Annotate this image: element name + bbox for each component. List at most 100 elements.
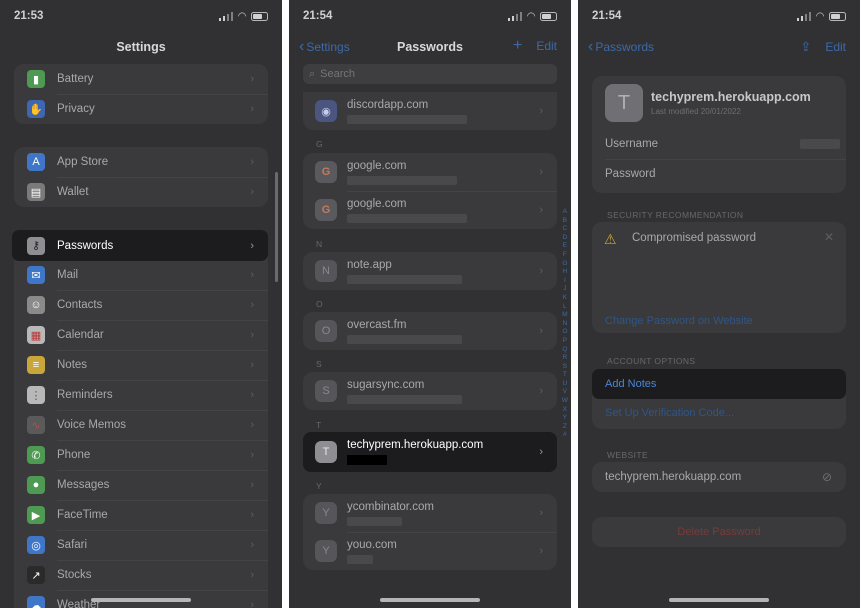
settings-item-voice-memos[interactable]: ∿ Voice Memos › — [14, 410, 268, 440]
settings-item-phone[interactable]: ✆ Phone › — [14, 440, 268, 470]
settings-item-contacts[interactable]: ☺ Contacts › — [14, 290, 268, 320]
settings-item-battery[interactable]: ▮ Battery › — [14, 64, 268, 94]
messages-icon: ● — [27, 476, 45, 494]
alphabet-index-letter[interactable]: O — [562, 328, 568, 337]
alphabet-index-letter[interactable]: B — [562, 217, 568, 226]
app-store-icon: A — [27, 153, 45, 171]
section-header-y: Y — [316, 481, 323, 491]
settings-item-privacy[interactable]: ✋ Privacy › — [14, 94, 268, 124]
alphabet-index-letter[interactable]: D — [562, 234, 568, 243]
alphabet-index[interactable]: A B C D E F G H I J K L M N O P Q R S T U V W X Y Z # — [562, 208, 568, 440]
battery-status-icon — [829, 12, 846, 21]
alphabet-index-letter[interactable]: H — [562, 268, 568, 277]
password-item-techyprem[interactable]: T techyprem.herokuapp.com › — [303, 432, 557, 472]
chevron-right-icon: › — [250, 186, 254, 198]
alphabet-index-letter[interactable]: X — [562, 406, 568, 415]
password-item-youo[interactable]: Y youo.com › — [303, 532, 557, 570]
signal-icon — [507, 12, 523, 21]
settings-item-app-store[interactable]: A App Store › — [14, 147, 268, 177]
settings-item-wallet[interactable]: ▤ Wallet › — [14, 177, 268, 207]
nav-bar: ‹ Settings Passwords + Edit — [289, 36, 571, 58]
section-header-n: N — [316, 239, 323, 249]
password-item-discordapp[interactable]: ◉ discordapp.com › — [303, 92, 557, 130]
chevron-right-icon: › — [250, 299, 254, 311]
password-item-google[interactable]: G google.com › — [303, 191, 557, 229]
alphabet-index-letter[interactable]: Y — [562, 414, 568, 423]
add-notes-button[interactable]: Add Notes — [592, 369, 846, 399]
alphabet-index-letter[interactable]: Z — [562, 423, 568, 432]
password-item-sugarsync[interactable]: S sugarsync.com › — [303, 372, 557, 410]
search-field[interactable]: ⌕ Search — [303, 64, 557, 84]
edit-button[interactable]: Edit — [536, 39, 557, 53]
close-icon[interactable]: ✕ — [824, 230, 834, 244]
share-icon[interactable]: ⇪ — [800, 39, 811, 55]
battery-status-icon — [251, 12, 268, 21]
scrollbar[interactable] — [275, 172, 278, 282]
delete-password-button[interactable]: Delete Password — [592, 517, 846, 547]
alphabet-index-letter[interactable]: L — [562, 303, 568, 312]
settings-item-calendar[interactable]: ▦ Calendar › — [14, 320, 268, 350]
chevron-right-icon: › — [250, 599, 254, 608]
status-bar: 21:54 ◠ — [578, 10, 860, 26]
password-item-overcast[interactable]: O overcast.fm › — [303, 312, 557, 350]
edit-button[interactable]: Edit — [825, 40, 846, 54]
alphabet-index-letter[interactable]: J — [562, 285, 568, 294]
settings-item-reminders[interactable]: ⋮ Reminders › — [14, 380, 268, 410]
alphabet-index-letter[interactable]: P — [562, 337, 568, 346]
chevron-right-icon: › — [250, 329, 254, 341]
settings-item-safari[interactable]: ◎ Safari › — [14, 530, 268, 560]
page-title: Settings — [116, 40, 166, 54]
search-placeholder: Search — [320, 68, 356, 80]
status-time: 21:54 — [303, 10, 333, 22]
alphabet-index-letter[interactable]: Q — [562, 346, 568, 355]
website-row[interactable]: techyprem.herokuapp.com ⊘ — [592, 462, 846, 492]
alphabet-index-letter[interactable]: W — [562, 397, 568, 406]
password-item-note-app[interactable]: N note.app › — [303, 252, 557, 290]
settings-item-stocks[interactable]: ↗ Stocks › — [14, 560, 268, 590]
last-modified: Last modified 20/01/2022 — [651, 107, 741, 116]
alphabet-index-letter[interactable]: F — [562, 251, 568, 260]
site-title: techyprem.herokuapp.com — [651, 90, 811, 104]
alphabet-index-letter[interactable]: K — [562, 294, 568, 303]
alphabet-index-letter[interactable]: U — [562, 380, 568, 389]
alphabet-index-letter[interactable]: C — [562, 225, 568, 234]
home-indicator — [380, 598, 480, 602]
alphabet-index-letter[interactable]: S — [562, 363, 568, 372]
settings-item-messages[interactable]: ● Messages › — [14, 470, 268, 500]
back-button[interactable]: ‹ Passwords — [588, 39, 654, 55]
alphabet-index-letter[interactable]: A — [562, 208, 568, 217]
alphabet-index-letter[interactable]: V — [562, 388, 568, 397]
calendar-icon: ▦ — [27, 326, 45, 344]
section-header-o: O — [316, 299, 324, 309]
setup-verification-link[interactable]: Set Up Verification Code... — [605, 407, 734, 419]
settings-item-facetime[interactable]: ▶ FaceTime › — [14, 500, 268, 530]
alphabet-index-letter[interactable]: M — [562, 311, 568, 320]
username-row[interactable]: Username — [592, 129, 846, 159]
google-icon: G — [315, 199, 337, 221]
masked-username — [347, 274, 462, 284]
alphabet-index-letter[interactable]: R — [562, 354, 568, 363]
compass-icon: ⊘ — [821, 470, 832, 484]
password-item-google[interactable]: G google.com › — [303, 153, 557, 191]
masked-username — [347, 175, 457, 185]
add-button[interactable]: + — [513, 38, 522, 54]
settings-item-notes[interactable]: ≡ Notes › — [14, 350, 268, 380]
weather-icon: ☁ — [27, 596, 45, 608]
password-item-ycombinator[interactable]: Y ycombinator.com › — [303, 494, 557, 532]
status-time: 21:54 — [592, 10, 622, 22]
password-group-y: Y ycombinator.com › Y youo.com › — [303, 494, 557, 570]
battery-icon: ▮ — [27, 70, 45, 88]
password-row[interactable]: Password — [592, 159, 846, 189]
alphabet-index-letter[interactable]: E — [562, 242, 568, 251]
section-header-s: S — [316, 359, 323, 369]
website-section-header: WEBSITE — [607, 450, 649, 460]
alphabet-index-letter[interactable]: N — [562, 320, 568, 329]
chevron-right-icon: › — [250, 569, 254, 581]
change-password-link[interactable]: Change Password on Website — [605, 315, 753, 327]
alphabet-index-letter[interactable]: G — [562, 260, 568, 269]
alphabet-index-letter[interactable]: I — [562, 277, 568, 286]
settings-item-mail[interactable]: ✉ Mail › — [14, 260, 268, 290]
alphabet-index-letter[interactable]: # — [562, 431, 568, 440]
alphabet-index-letter[interactable]: T — [562, 371, 568, 380]
settings-item-passwords[interactable]: ⚷ Passwords › — [12, 230, 268, 261]
